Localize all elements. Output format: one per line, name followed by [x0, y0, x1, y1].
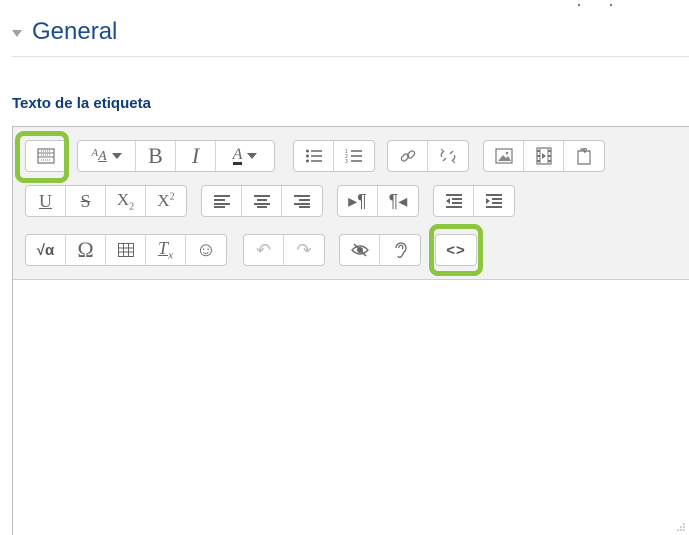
- align-center-button[interactable]: [242, 186, 282, 216]
- smiley-icon: ☺: [195, 238, 217, 261]
- emoticon-button[interactable]: ☺: [186, 235, 226, 265]
- font-color-icon: A: [232, 145, 243, 165]
- strikethrough-button[interactable]: S: [66, 186, 106, 216]
- toolbar-group-insert: √α Ω Tx ☺: [25, 234, 227, 266]
- chevron-down-icon: [111, 153, 122, 159]
- redo-icon: ↷: [296, 239, 312, 260]
- ltr-button[interactable]: ▸¶: [338, 186, 378, 216]
- editor-content-area[interactable]: [13, 280, 689, 535]
- unordered-list-button[interactable]: [294, 141, 334, 171]
- redo-button[interactable]: ↷: [284, 235, 324, 265]
- section-header[interactable]: General: [12, 18, 117, 46]
- clear-format-icon: Tx: [158, 238, 173, 262]
- manage-files-button[interactable]: [564, 141, 604, 171]
- bullet-list-icon: [305, 149, 322, 163]
- indent-icon: [486, 194, 502, 208]
- film-icon: [535, 147, 552, 165]
- equation-icon: √α: [36, 241, 55, 259]
- text-editor: AA B I A 1 2 3 U S X2 X2 ▸¶ ¶◂ √α Ω Tx ☺…: [12, 126, 689, 535]
- align-left-button[interactable]: [202, 186, 242, 216]
- toolbar-group-indent: [433, 185, 515, 217]
- outdent-button[interactable]: [434, 186, 474, 216]
- numbered-list-icon: 1 2 3: [345, 149, 362, 164]
- rtl-icon: ¶◂: [388, 190, 408, 211]
- underline-icon: U: [39, 190, 52, 211]
- editor-toolbar: AA B I A 1 2 3 U S X2 X2 ▸¶ ¶◂ √α Ω Tx ☺…: [13, 127, 689, 280]
- indent-button[interactable]: [474, 186, 514, 216]
- font-size-icon: AA: [91, 147, 107, 164]
- unlink-button[interactable]: [428, 141, 468, 171]
- underline-button[interactable]: U: [26, 186, 66, 216]
- decorative-dot: [610, 4, 612, 6]
- chevron-down-icon: [247, 153, 258, 159]
- toolbar-group-history: ↶ ↷: [243, 234, 325, 266]
- outdent-icon: [445, 194, 462, 208]
- media-button[interactable]: [524, 141, 564, 171]
- subscript-icon: X2: [116, 189, 135, 213]
- ltr-icon: ▸¶: [348, 190, 367, 211]
- eye-slash-icon: [350, 243, 369, 257]
- ordered-list-button[interactable]: 1 2 3: [334, 141, 374, 171]
- divider: [12, 56, 689, 57]
- file-icon: [577, 148, 591, 165]
- undo-icon: ↶: [255, 239, 272, 260]
- toolbar-group-direction: ▸¶ ¶◂: [337, 185, 419, 217]
- rtl-button[interactable]: ¶◂: [378, 186, 418, 216]
- superscript-button[interactable]: X2: [146, 186, 186, 216]
- toolbar-group-links: [387, 140, 469, 172]
- ear-icon: [395, 242, 407, 258]
- align-center-icon: [253, 195, 270, 208]
- toolbar-group-accessibility: [339, 234, 421, 266]
- omega-icon: Ω: [77, 237, 94, 262]
- decorative-dot: [578, 4, 580, 6]
- toolbar-group-format: U S X2 X2: [25, 185, 187, 217]
- accessibility-checker-button[interactable]: [340, 235, 380, 265]
- clear-format-button[interactable]: Tx: [146, 235, 186, 265]
- subscript-button[interactable]: X2: [106, 186, 146, 216]
- image-icon: [494, 148, 513, 164]
- superscript-icon: X2: [157, 191, 175, 210]
- italic-button[interactable]: I: [176, 141, 216, 171]
- bold-button[interactable]: B: [136, 141, 176, 171]
- toolbar-group-align: [201, 185, 323, 217]
- table-button[interactable]: [106, 235, 146, 265]
- undo-button[interactable]: ↶: [244, 235, 284, 265]
- unlink-icon: [440, 148, 456, 164]
- align-right-button[interactable]: [282, 186, 322, 216]
- image-button[interactable]: [484, 141, 524, 171]
- align-right-icon: [294, 195, 310, 208]
- link-button[interactable]: [388, 141, 428, 171]
- bold-icon: B: [148, 143, 163, 168]
- resize-handle-icon[interactable]: [677, 523, 685, 531]
- align-left-icon: [213, 195, 230, 208]
- special-char-button[interactable]: Ω: [66, 235, 106, 265]
- highlight-html-button: [429, 224, 483, 276]
- equation-button[interactable]: √α: [26, 235, 66, 265]
- svg-text:3: 3: [345, 159, 348, 164]
- toolbar-group-style: AA B I A: [77, 140, 275, 172]
- toolbar-group-lists: 1 2 3: [293, 140, 375, 172]
- caret-down-icon[interactable]: [12, 29, 22, 37]
- highlight-toolbar-toggle: [15, 131, 69, 183]
- screenreader-helper-button[interactable]: [380, 235, 420, 265]
- font-size-button[interactable]: AA: [78, 141, 136, 171]
- toolbar-group-media: [483, 140, 605, 172]
- strikethrough-icon: S: [80, 190, 91, 211]
- italic-icon: I: [191, 143, 200, 168]
- table-icon: [117, 243, 134, 257]
- font-color-button[interactable]: A: [216, 141, 274, 171]
- link-icon: [400, 150, 415, 162]
- section-title[interactable]: General: [32, 18, 117, 46]
- field-label: Texto de la etiqueta: [12, 95, 151, 112]
